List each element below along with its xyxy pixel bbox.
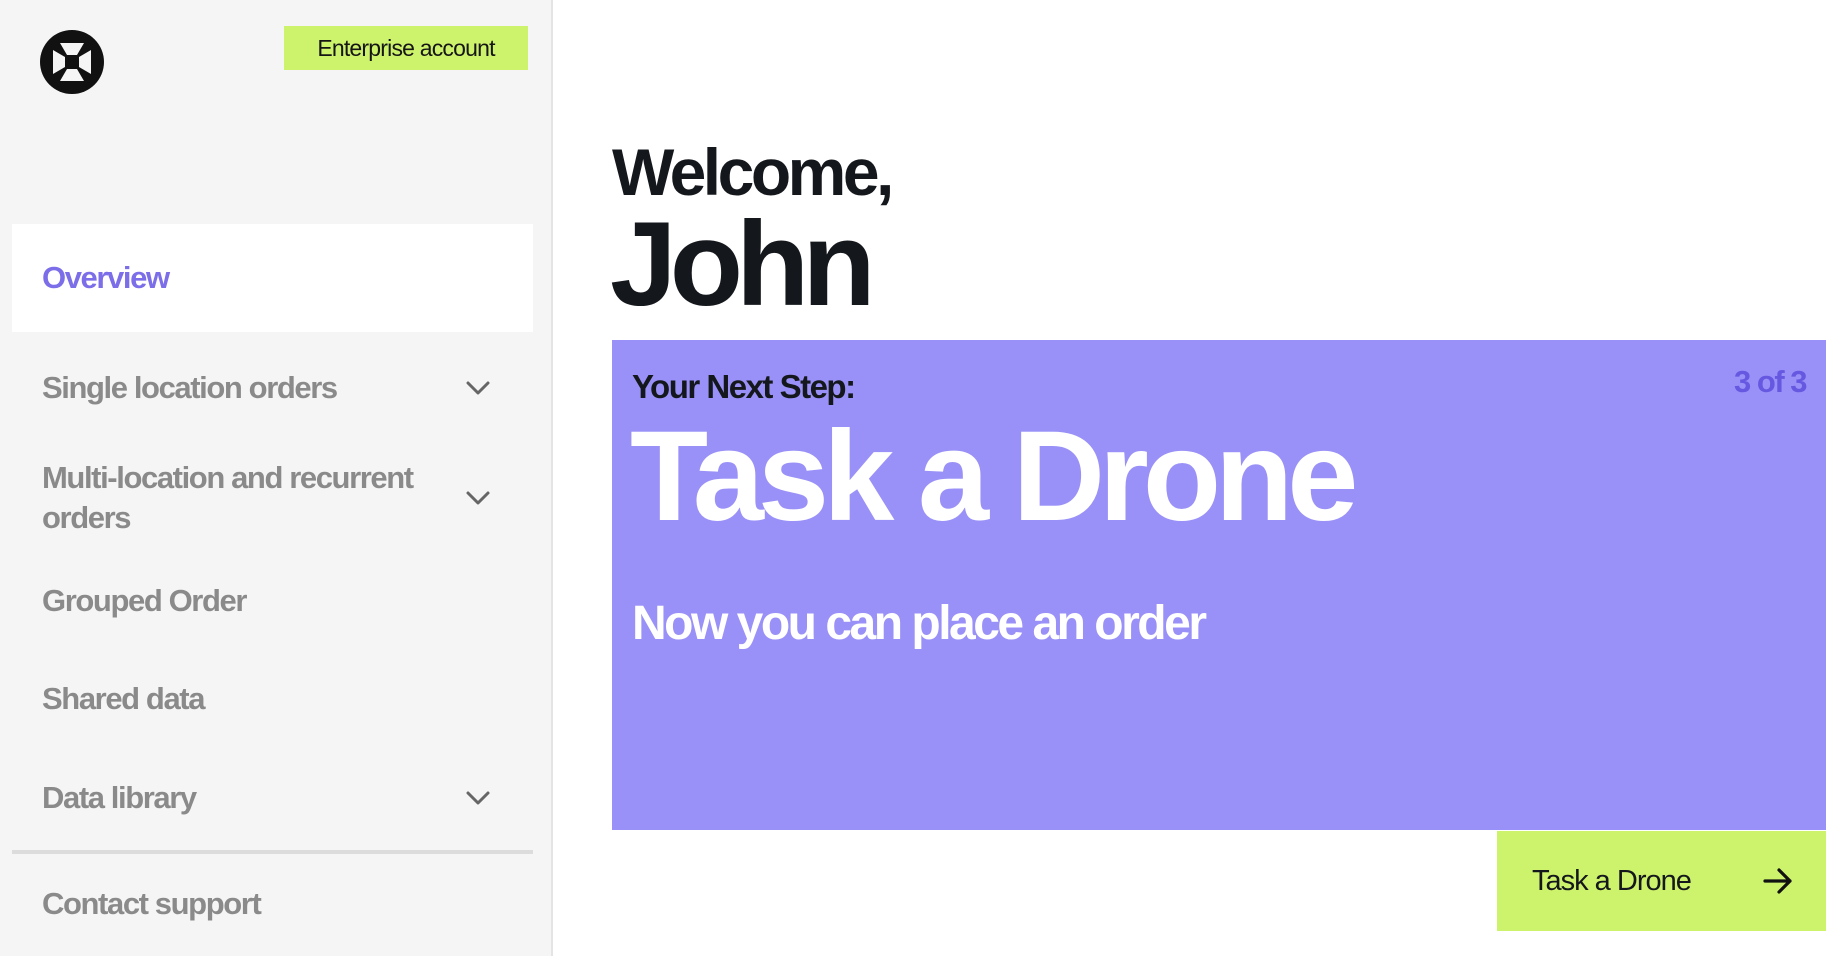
sidebar-item-data-library[interactable]: Data library <box>12 748 533 848</box>
sidebar-item-shared-data[interactable]: Shared data <box>12 650 533 748</box>
next-step-heading: Your Next Step: <box>632 368 856 405</box>
user-name-heading: John <box>610 197 876 331</box>
step-counter: 3 of 3 <box>1734 364 1807 399</box>
sidebar-item-grouped-order[interactable]: Grouped Order <box>12 552 533 650</box>
arrow-right-icon <box>1763 868 1792 894</box>
app-root: Enterprise account Overview Single locat… <box>0 0 1838 956</box>
sidebar-item-multi-location-orders[interactable]: Multi-location and recurrent orders <box>12 444 533 552</box>
sidebar-item-contact-support[interactable]: Contact support <box>12 854 533 954</box>
chevron-down-icon[interactable] <box>464 788 492 808</box>
sidebar-item-overview[interactable]: Overview <box>12 224 533 332</box>
sidebar-item-single-location-orders[interactable]: Single location orders <box>12 332 533 444</box>
sidebar: Enterprise account Overview Single locat… <box>0 0 553 956</box>
chevron-down-icon[interactable] <box>464 378 492 398</box>
next-step-subtitle: Now you can place an order <box>632 597 1207 650</box>
sidebar-nav: Overview Single location orders Multi-lo… <box>12 224 533 954</box>
sidebar-item-label: Data library <box>42 780 197 815</box>
next-step-title: Task a Drone <box>630 405 1358 548</box>
sidebar-item-label: Grouped Order <box>42 583 247 618</box>
brand-logo-icon[interactable] <box>40 30 104 94</box>
chevron-down-icon[interactable] <box>464 488 492 508</box>
sidebar-item-label: Multi-location and recurrent orders <box>42 460 414 535</box>
sidebar-item-label: Single location orders <box>42 370 338 405</box>
sidebar-item-label: Overview <box>42 260 170 295</box>
main-content: Welcome, John Your Next Step: 3 of 3 Tas… <box>555 0 1838 956</box>
task-a-drone-button[interactable]: Task a Drone <box>1497 831 1826 931</box>
sidebar-item-label: Shared data <box>42 681 205 716</box>
next-step-card: Your Next Step: 3 of 3 Task a Drone Now … <box>612 340 1826 830</box>
enterprise-account-badge: Enterprise account <box>284 26 528 70</box>
task-a-drone-button-label: Task a Drone <box>1532 864 1692 897</box>
sidebar-item-label: Contact support <box>42 886 262 921</box>
